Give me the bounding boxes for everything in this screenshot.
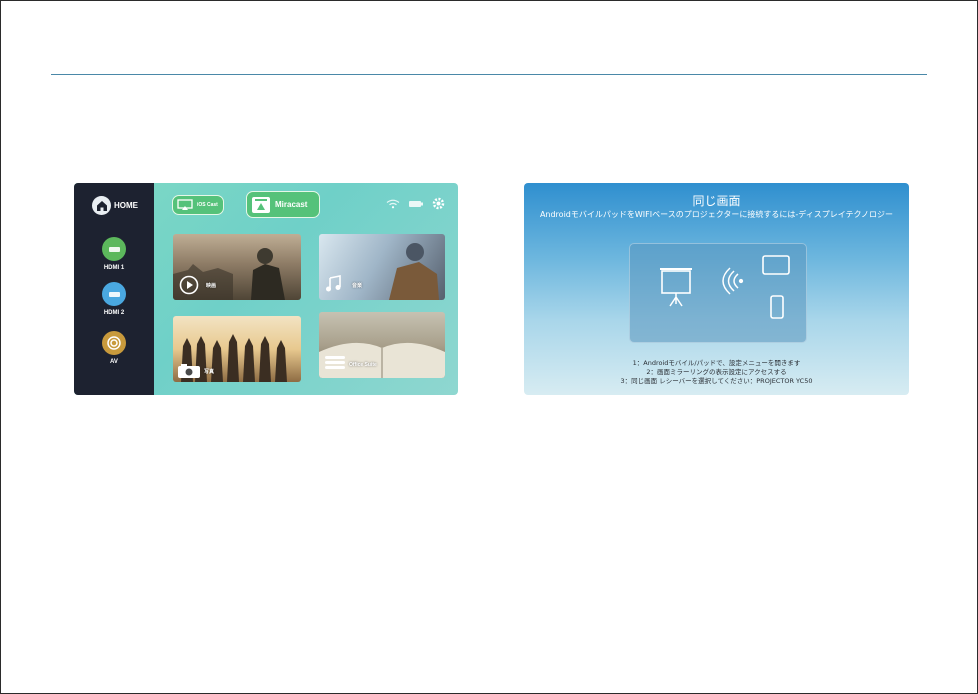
source-hdmi-2-label: HDMI 2	[103, 310, 125, 316]
ios-cast-button[interactable]: iOS Cast	[172, 195, 224, 215]
tile-music[interactable]: 音楽	[319, 234, 445, 300]
home-label: HOME	[114, 201, 138, 210]
tile-photo[interactable]: 写真	[173, 316, 301, 382]
hdmi-port-icon	[102, 237, 126, 261]
mirroring-diagram-panel	[629, 243, 807, 343]
step-3: 3：同じ画面 レシーバーを選択してください：PROJECTOR YC50	[620, 377, 813, 385]
miracast-button[interactable]: Miracast	[246, 191, 320, 218]
mirroring-diagram	[660, 255, 790, 319]
battery-icon	[409, 200, 423, 207]
source-hdmi-1[interactable]: HDMI 1	[74, 237, 154, 271]
tile-movie[interactable]: 映画	[173, 234, 301, 300]
play-icon	[179, 275, 199, 295]
miracast-label: Miracast	[275, 200, 308, 209]
tile-photo-label: 写真	[204, 369, 215, 375]
gear-icon[interactable]	[432, 197, 445, 210]
status-bar	[386, 197, 445, 210]
source-hdmi-1-label: HDMI 1	[103, 265, 125, 271]
music-note-icon	[326, 275, 341, 292]
tablet-icon	[762, 255, 790, 275]
office-list-icon	[325, 356, 345, 369]
av-ring-icon	[102, 331, 126, 355]
airplay-icon	[177, 199, 193, 210]
source-hdmi-2[interactable]: HDMI 2	[74, 282, 154, 316]
hdmi-port-icon	[102, 282, 126, 306]
tile-movie-label: 映画	[206, 283, 217, 289]
tile-office-suite[interactable]: Office Suite	[319, 312, 445, 378]
wifi-icon	[386, 199, 400, 208]
projector-screen-icon	[660, 268, 692, 307]
tile-music-label: 音楽	[352, 283, 363, 289]
home-button[interactable]: HOME	[92, 196, 138, 215]
step-2: 2：画面ミラーリングの表示設定にアクセスする	[646, 368, 787, 376]
source-av-label: AV	[110, 359, 118, 365]
wireless-signal-icon	[722, 267, 744, 295]
mirror-subtitle: AndroidモバイルパッドをWIFIベースのプロジェクターに接続するには-ディ…	[539, 210, 894, 219]
home-icon	[92, 196, 111, 215]
mirroring-steps: 1：Androidモバイル/パッドで、設定メニューを開きます 2：画面ミラーリン…	[524, 359, 909, 386]
mirror-title: 同じ画面	[692, 194, 741, 208]
tile-office-label: Office Suite	[349, 362, 377, 368]
source-sidebar: HOME HDMI 1 HDMI 2 AV	[74, 183, 154, 395]
miracast-icon	[252, 196, 270, 213]
phone-icon	[770, 295, 784, 319]
header-rule	[51, 74, 927, 75]
home-screen-screenshot: HOME HDMI 1 HDMI 2 AV iOS Cast Miracast	[74, 183, 458, 395]
camera-icon	[178, 364, 200, 378]
step-1: 1：Androidモバイル/パッドで、設定メニューを開きます	[632, 359, 801, 367]
source-av[interactable]: AV	[74, 331, 154, 365]
ios-cast-label: iOS Cast	[197, 202, 218, 208]
mirror-screen-screenshot: 同じ画面 AndroidモバイルパッドをWIFIベースのプロジェクターに接続する…	[524, 183, 909, 395]
